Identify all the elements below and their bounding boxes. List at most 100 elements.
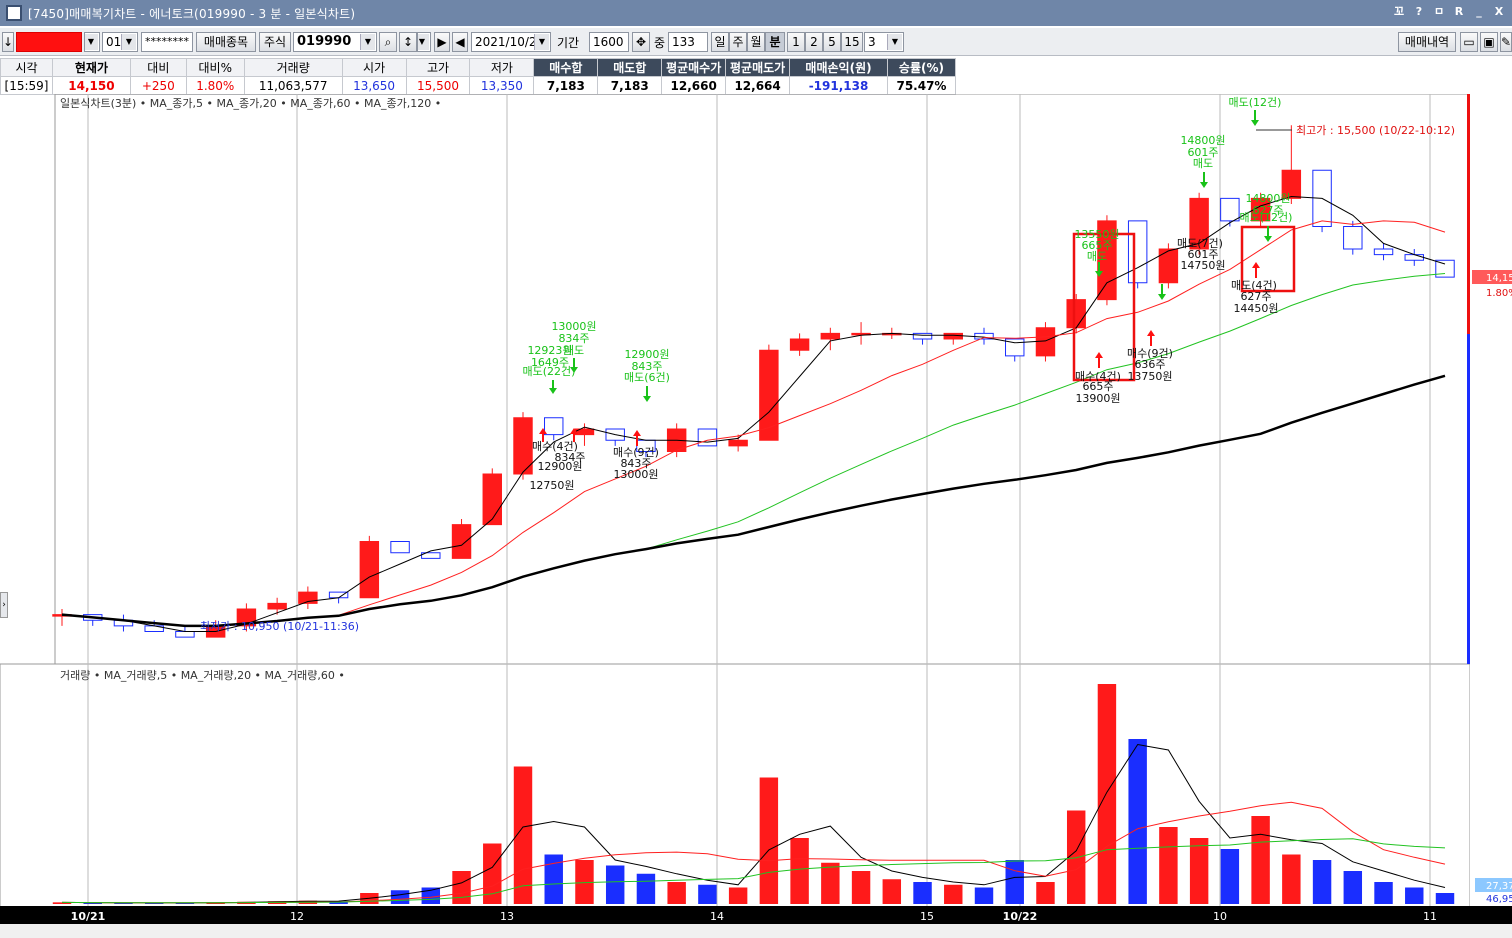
ma120-line [61,374,1446,628]
play-prev-icon[interactable]: ◀ [452,32,468,52]
open-icon[interactable]: ▭ [1460,32,1478,52]
volume-bar [1435,893,1455,904]
window-titlebar: [7450]매매복기차트 - 에너토크(019990 - 3 분 - 일본식차트… [0,0,1512,26]
volume-bar [1343,871,1363,904]
password-field[interactable]: ******** [141,32,193,52]
candle-up [789,338,810,351]
trade-items-button[interactable]: 매매종목 [196,32,256,52]
account-dropdown[interactable] [84,32,100,52]
trade-annotation: 매도(12건) [1240,211,1293,224]
col-avg-sell: 평균매도가 [725,58,791,77]
unit-minute-button[interactable]: 분 [765,32,785,52]
sort-icon[interactable]: ↕ [399,32,417,52]
volume-bar [790,838,809,904]
col-winrate: 승률(%) [886,58,957,77]
middle-label: 중 [654,36,666,50]
candle-up [267,602,287,610]
col-open: 시가 [341,58,407,77]
quote-value-row: [15:59] 14,150 +250 1.80% 11,063,577 13,… [0,76,957,95]
val-pnl: -191,138 [789,76,888,95]
x-tick-label: 10/21 [71,910,106,923]
volume-bar [667,882,686,904]
volume-bar [1189,838,1209,904]
account-field[interactable] [16,32,82,52]
minute-5-button[interactable]: 5 [823,32,841,52]
right-axis-blue-bar [1467,334,1470,664]
candle-down [1127,220,1148,284]
vol-tag-2: 46,95 [1486,894,1512,905]
period-input[interactable]: 1600 [589,32,629,52]
col-low: 저가 [469,58,535,77]
candle-down [544,417,564,436]
account-suffix-select[interactable]: 01 [102,32,138,52]
trade-history-button[interactable]: 매매내역 [1398,32,1456,52]
trade-annotation: 13900원 [1075,392,1120,405]
window-title: [7450]매매복기차트 - 에너토크(019990 - 3 분 - 일본식차트… [28,6,356,21]
col-avg-buy: 평균매수가 [661,58,727,77]
buy-arrow-head [1252,262,1260,268]
val-change: +250 [129,76,187,95]
val-price: 14,150 [51,76,131,95]
val-volume: 11,063,577 [243,76,343,95]
minimize-icon[interactable]: _ [1472,4,1486,20]
sort-dropdown[interactable] [417,32,431,52]
x-tick-label: 15 [920,910,934,923]
candle-down [1435,259,1455,278]
restore-icon[interactable]: ㅁ [1432,4,1446,20]
x-tick-label: 10 [1213,910,1227,923]
help-icon[interactable]: ? [1412,4,1426,20]
count-input[interactable]: 133 [668,32,708,52]
trade-annotation: 매도 [1087,250,1107,263]
col-price: 현재가 [51,58,131,77]
col-sell-sum: 매도합 [597,58,663,77]
unit-week-button[interactable]: 주 [729,32,747,52]
unit-day-button[interactable]: 일 [711,32,729,52]
sell-arrow-head [1251,120,1259,126]
candle-up [451,524,472,559]
val-avg-sell: 12,664 [725,76,791,95]
val-low: 13,350 [469,76,535,95]
minute-15-button[interactable]: 15 [841,32,863,52]
expand-panel-button[interactable]: › [0,592,8,618]
stock-code-input[interactable]: 019990 [293,32,377,52]
trade-annotation: 13000원 [613,468,658,481]
pin-icon[interactable]: 꼬 [1392,4,1406,20]
save-icon[interactable]: ▣ [1480,32,1498,52]
candle-up [943,332,963,340]
volume-bar [1251,816,1270,904]
play-next-icon[interactable]: ▶ [434,32,450,52]
candle-down [1220,197,1240,222]
minute-1-button[interactable]: 1 [787,32,805,52]
market-select[interactable]: 주식 [259,32,291,52]
crosshair-icon[interactable]: ✥ [632,32,650,52]
candlestick-chart[interactable]: 10/21 12 13 14 15 10/22 10 11 최고가 : 15,500 (10/2… [0,94,1512,938]
trade-annotation: 매도(22건) [523,365,576,378]
edit-icon[interactable]: ✎ [1500,32,1512,52]
chart-area[interactable]: 10/21 12 13 14 15 10/22 10 11 최고가 : 15,500 (10/2… [0,94,1512,938]
toolbar: ↓ 01 ******** 매매종목 주식 019990 ⌕ ↕ ▶ ◀ 202… [0,28,1512,56]
quote-header-row: 시각 현재가 대비 대비% 거래량 시가 고가 저가 매수합 매도합 평균매수가… [0,58,957,77]
candle-down [390,541,410,554]
trade-annotation: 매도(12건) [1229,96,1282,109]
sell-arrow-head [549,388,557,394]
r-icon[interactable]: R [1452,4,1466,20]
val-change-pct: 1.80% [185,76,245,95]
sell-arrow-head [643,396,651,402]
vol-tag-1: 27,37 [1486,881,1512,892]
quote-table: 시각 현재가 대비 대비% 거래량 시가 고가 저가 매수합 매도합 평균매수가… [0,58,957,95]
search-icon[interactable]: ⌕ [379,32,397,52]
candle-down [912,332,933,340]
minute-2-button[interactable]: 2 [805,32,823,52]
col-change: 대비 [129,58,187,77]
account-arrow-icon[interactable]: ↓ [2,32,14,52]
minute-select[interactable]: 3 [864,32,904,52]
close-icon[interactable]: X [1492,4,1506,20]
candle-up [359,541,380,599]
candle-up [728,439,748,447]
trade-annotation: 매도 [1193,157,1213,170]
val-time: [15:59] [0,76,53,95]
candle-down [697,428,718,447]
unit-month-button[interactable]: 월 [747,32,765,52]
buy-arrow-head [1147,330,1155,336]
date-picker[interactable]: 2021/10/22 [471,32,551,52]
